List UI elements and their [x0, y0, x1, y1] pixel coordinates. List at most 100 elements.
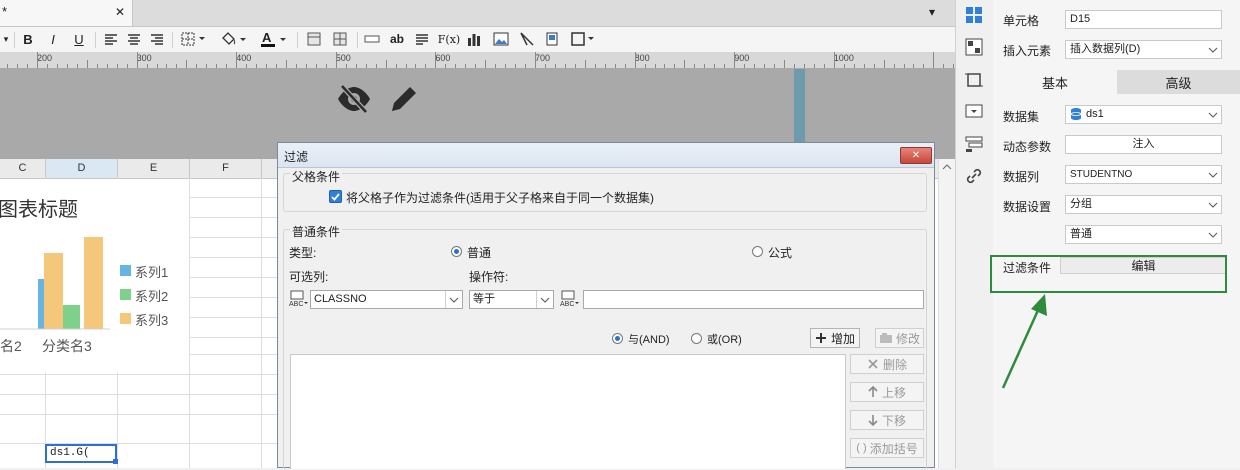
- font-color-icon[interactable]: A: [259, 30, 289, 48]
- border-style-icon[interactable]: [965, 71, 983, 92]
- column-header-f[interactable]: F: [190, 159, 262, 179]
- align-center-icon[interactable]: [125, 30, 143, 48]
- dynamic-param-inject-button[interactable]: 注入: [1065, 135, 1222, 154]
- formula-icon[interactable]: F(x): [438, 30, 460, 48]
- ruler-tick: [744, 64, 746, 68]
- add-button[interactable]: 增加: [810, 328, 860, 348]
- vertical-scrollbar[interactable]: [938, 159, 955, 468]
- ruler-tick: [485, 60, 487, 68]
- data-column-select[interactable]: STUDENTNO: [1065, 165, 1222, 184]
- condition-attribute-icon[interactable]: [965, 135, 983, 156]
- underline-button[interactable]: U: [71, 30, 87, 48]
- legend-label-series2: 系列2: [135, 289, 169, 304]
- plus-icon: [815, 333, 826, 343]
- group-mode-select[interactable]: 普通: [1065, 225, 1222, 244]
- ruler-label: 600: [435, 53, 451, 63]
- move-up-button[interactable]: 上移: [850, 382, 924, 402]
- ruler-tick: [395, 64, 397, 68]
- selected-cell-text: ds1.G(: [50, 447, 90, 459]
- dataset-select[interactable]: ds1: [1065, 105, 1222, 124]
- ruler-label: 800: [634, 53, 650, 63]
- ruler-label: 400: [236, 53, 252, 63]
- editor-tab[interactable]: * ✕: [0, 0, 133, 26]
- italic-button[interactable]: I: [45, 30, 61, 48]
- tab-advanced[interactable]: 高级: [1117, 70, 1240, 94]
- delete-button[interactable]: 删除: [850, 354, 924, 374]
- widget-setting-icon[interactable]: [965, 103, 983, 124]
- column-header-d[interactable]: D: [46, 159, 118, 179]
- ruler-tick: [754, 64, 756, 68]
- ruler-tick: [853, 64, 855, 68]
- data-setting-select[interactable]: 分组: [1065, 195, 1222, 214]
- radio-normal[interactable]: [451, 246, 462, 257]
- radio-and[interactable]: [612, 333, 623, 344]
- column-type-abc-icon[interactable]: ABC: [288, 290, 310, 311]
- hide-eye-icon[interactable]: [336, 83, 372, 118]
- highlight-box: [990, 255, 1227, 293]
- bar-系列2-分类名3: [61, 305, 80, 329]
- tab-close-icon[interactable]: ✕: [115, 5, 125, 19]
- column-header-e[interactable]: E: [118, 159, 190, 179]
- database-icon: [1070, 108, 1082, 120]
- align-right-icon[interactable]: [148, 30, 166, 48]
- ruler-tick: [684, 60, 686, 68]
- image-icon[interactable]: [491, 30, 511, 48]
- text-field-icon[interactable]: [363, 30, 381, 48]
- selected-cell-d15[interactable]: ds1.G(: [45, 444, 118, 464]
- diagonal-line-icon[interactable]: [518, 30, 536, 48]
- type-label: 类型:: [289, 246, 317, 260]
- widget-icon[interactable]: [543, 30, 561, 48]
- ruler-tick: [475, 64, 477, 68]
- ruler-tick: [415, 64, 417, 68]
- cell-property-icon[interactable]: [965, 6, 983, 27]
- font-size-dropdown-icon[interactable]: ▾: [0, 30, 12, 48]
- add-parenthesis-button[interactable]: ( ) 添加括号: [850, 438, 924, 458]
- ruler-tick: [435, 52, 437, 68]
- cell-element-icon[interactable]: [965, 38, 983, 59]
- edit-pencil-icon[interactable]: [388, 83, 420, 118]
- value-type-abc-icon[interactable]: ABC: [559, 290, 581, 311]
- ruler-tick: [7, 64, 9, 68]
- dialog-title-bar[interactable]: 过滤 ✕: [278, 143, 934, 168]
- ruler-tick: [674, 64, 676, 68]
- radio-formula[interactable]: [752, 246, 763, 257]
- operator-select[interactable]: 等于: [469, 290, 554, 309]
- legend-label-series1: 系列1: [135, 265, 169, 280]
- tab-menu-icon[interactable]: ▾: [929, 5, 935, 19]
- fill-handle[interactable]: [113, 459, 118, 464]
- ruler-tick: [405, 64, 407, 68]
- unmerge-cells-icon[interactable]: [331, 30, 349, 48]
- ruler-tick: [216, 64, 218, 68]
- dialog-close-button[interactable]: ✕: [900, 147, 932, 164]
- layout-border-icon[interactable]: [570, 30, 596, 48]
- insert-element-select[interactable]: 插入数据列(D): [1065, 40, 1222, 59]
- cell-name-field[interactable]: D15: [1065, 10, 1222, 29]
- value-input[interactable]: [583, 290, 924, 309]
- ruler-tick: [196, 64, 198, 68]
- fill-color-icon[interactable]: [219, 30, 249, 48]
- ruler-tick: [893, 64, 895, 68]
- arrow-down-icon: [868, 415, 878, 426]
- bold-button[interactable]: B: [20, 30, 36, 48]
- chart-icon[interactable]: [465, 30, 483, 48]
- tab-basic[interactable]: 基本: [993, 70, 1117, 94]
- chart-widget[interactable]: 图表标题 系列1 系列2 系列3 名2 分类名3: [0, 179, 189, 372]
- ruler-tick: [465, 64, 467, 68]
- column-select[interactable]: CLASSNO: [310, 290, 463, 309]
- paragraph-icon[interactable]: [413, 30, 431, 48]
- dataset-label: 数据集: [1003, 110, 1040, 124]
- move-down-button[interactable]: 下移: [850, 410, 924, 430]
- modify-button[interactable]: 修改: [875, 328, 924, 348]
- parent-condition-checkbox[interactable]: [329, 190, 342, 203]
- column-header-c[interactable]: C: [0, 159, 46, 179]
- border-icon[interactable]: [179, 30, 209, 48]
- ruler-tick: [166, 64, 168, 68]
- merge-cells-icon[interactable]: [305, 30, 323, 48]
- text-abc-icon[interactable]: ab: [388, 30, 406, 48]
- radio-or[interactable]: [691, 333, 702, 344]
- align-left-icon[interactable]: [102, 30, 120, 48]
- hyperlink-icon[interactable]: [965, 167, 983, 188]
- condition-list[interactable]: [290, 354, 846, 469]
- ruler-tick: [803, 64, 805, 68]
- check-icon: [331, 193, 340, 201]
